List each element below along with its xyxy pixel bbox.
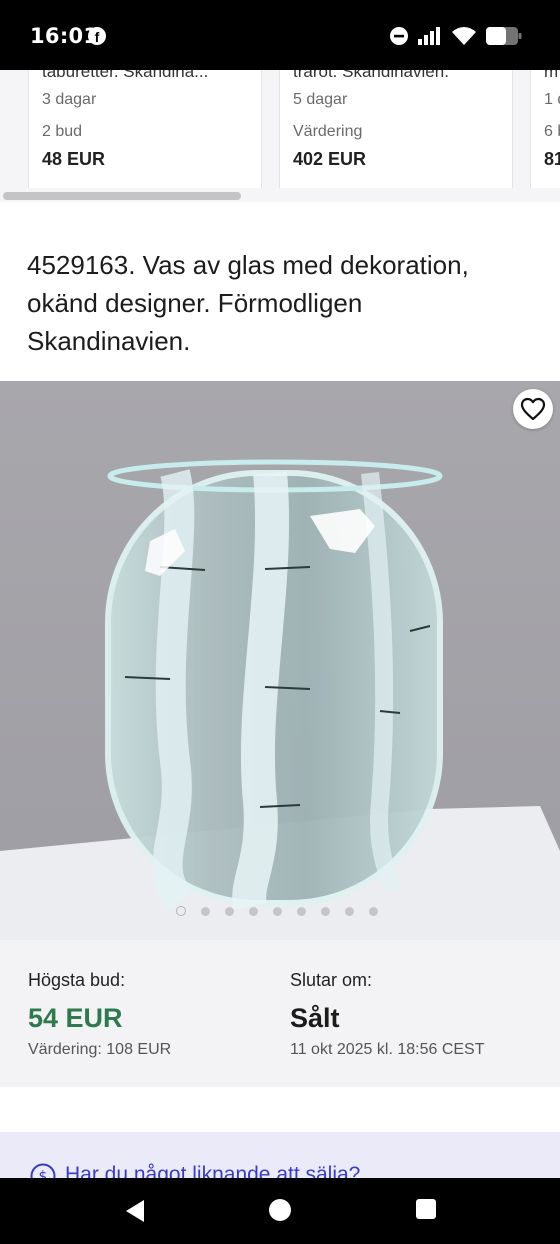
android-nav-bar xyxy=(0,1178,560,1244)
status-icons xyxy=(390,24,522,48)
recents-button[interactable] xyxy=(415,1198,437,1220)
favorite-heart-button[interactable] xyxy=(513,389,553,429)
image-dot[interactable] xyxy=(321,906,330,916)
highest-bid-label: Högsta bud: xyxy=(28,970,126,990)
image-dot[interactable] xyxy=(345,906,354,916)
estimate-value: Värdering: 108 EUR xyxy=(28,1041,172,1058)
carousel-scrollbar[interactable] xyxy=(0,190,560,202)
image-dot[interactable] xyxy=(249,906,258,916)
do-not-disturb-icon xyxy=(390,27,408,45)
ends-date: 11 okt 2025 kl. 18:56 CEST xyxy=(290,1041,485,1058)
facebook-icon: f xyxy=(88,27,106,45)
related-item-time-left: 3 dagar xyxy=(42,91,97,108)
ends-label: Slutar om: xyxy=(290,970,373,990)
image-dot[interactable] xyxy=(297,906,306,916)
image-dot[interactable] xyxy=(273,906,282,916)
related-item-price: 48 EUR xyxy=(42,149,106,169)
related-item-card[interactable]: m 1 d 6 b 81 xyxy=(530,70,560,188)
related-item-time-left: 1 d xyxy=(544,91,560,108)
lot-image[interactable] xyxy=(0,381,560,940)
glass-vase-image xyxy=(0,381,560,940)
heart-icon xyxy=(520,397,546,421)
related-item-price: 81 xyxy=(544,149,560,169)
image-dot[interactable] xyxy=(369,906,378,916)
related-item-title: trarot. Skandinavien. xyxy=(293,70,449,81)
highest-bid-value: 54 EUR xyxy=(28,1003,123,1033)
ends-status: Sålt xyxy=(290,1003,340,1033)
image-pagination-dots[interactable] xyxy=(176,906,378,916)
lot-title: 4529163. Vas av glas med dekoration, okä… xyxy=(27,250,469,356)
signal-icon xyxy=(418,27,440,45)
wifi-icon xyxy=(452,27,476,45)
related-item-price: 402 EUR xyxy=(293,149,367,169)
related-item-bid-count: 2 bud xyxy=(42,123,83,140)
related-item-title: taburetter. Skandina... xyxy=(42,70,209,81)
related-item-estimate-label: Värdering xyxy=(293,123,363,140)
carousel-scrollbar-thumb[interactable] xyxy=(3,192,241,200)
related-item-bid-count: 6 b xyxy=(544,123,560,140)
bid-info-panel: Högsta bud: 54 EUR Värdering: 108 EUR Sl… xyxy=(0,940,560,1087)
related-item-card[interactable]: taburetter. Skandina... 3 dagar 2 bud 48… xyxy=(28,70,262,188)
back-button[interactable] xyxy=(122,1198,148,1224)
related-items-carousel[interactable]: taburetter. Skandina... 3 dagar 2 bud 48… xyxy=(0,70,560,202)
related-item-time-left: 5 dagar xyxy=(293,91,348,108)
related-item-title: m xyxy=(544,70,559,81)
battery-icon xyxy=(486,27,522,45)
status-bar: 16:01 f xyxy=(0,0,560,70)
related-item-card[interactable]: trarot. Skandinavien. 5 dagar Värdering … xyxy=(279,70,513,188)
image-dot[interactable] xyxy=(201,906,210,916)
home-button[interactable] xyxy=(268,1198,292,1222)
image-dot[interactable] xyxy=(225,906,234,916)
image-dot-active[interactable] xyxy=(176,906,186,916)
